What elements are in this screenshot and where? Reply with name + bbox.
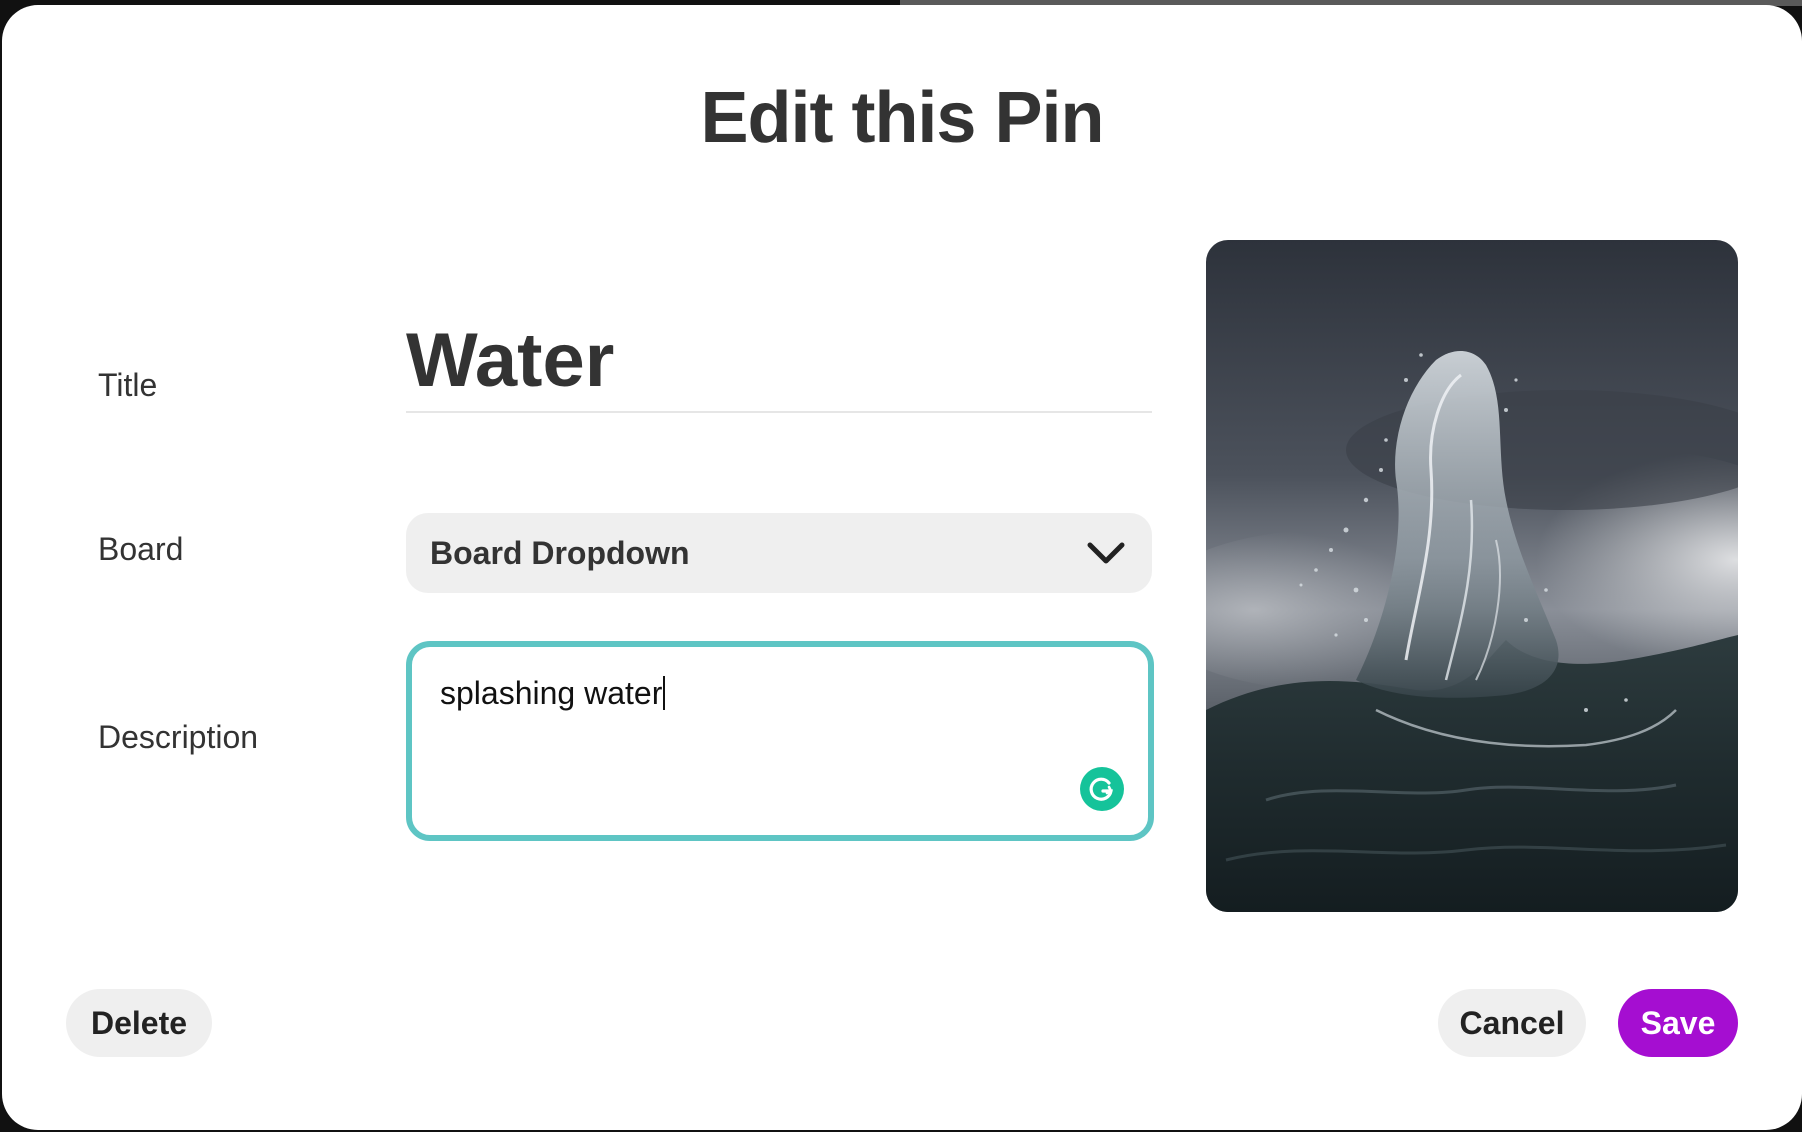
text-caret bbox=[663, 676, 666, 710]
modal-title: Edit this Pin bbox=[700, 78, 1104, 158]
description-textarea[interactable]: splashing water bbox=[406, 641, 1154, 841]
grammarly-icon[interactable] bbox=[1080, 767, 1124, 811]
chevron-down-icon bbox=[1084, 538, 1128, 568]
delete-button[interactable]: Delete bbox=[66, 989, 212, 1057]
save-button[interactable]: Save bbox=[1618, 989, 1738, 1057]
title-input[interactable] bbox=[406, 309, 1152, 413]
pin-image bbox=[1206, 240, 1738, 912]
board-dropdown[interactable]: Board Dropdown bbox=[406, 513, 1152, 593]
cancel-button[interactable]: Cancel bbox=[1438, 989, 1586, 1057]
board-dropdown-label: Board Dropdown bbox=[430, 534, 690, 571]
title-label: Title bbox=[98, 367, 158, 403]
description-text: splashing water bbox=[440, 675, 666, 712]
edit-pin-modal: Edit this Pin Title Board Board Dropdown… bbox=[2, 5, 1802, 1130]
description-label: Description bbox=[98, 719, 259, 755]
board-label: Board bbox=[98, 531, 184, 567]
